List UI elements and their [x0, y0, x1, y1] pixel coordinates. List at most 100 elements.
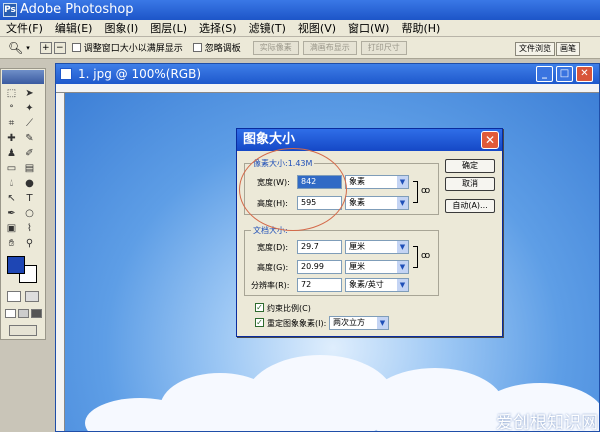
doc-width-input[interactable]: 29.7 — [297, 240, 342, 254]
menu-help[interactable]: 帮助(H) — [395, 20, 446, 37]
move-tool-icon[interactable]: ➤ — [23, 87, 36, 100]
dodge-tool-icon[interactable]: ● — [23, 177, 36, 190]
menu-select[interactable]: 选择(S) — [193, 20, 243, 37]
pixel-height-unit: 象素 — [349, 198, 365, 207]
watermark: 爱创根知识网 — [496, 413, 598, 432]
chain-link-icon: ꝏ — [421, 251, 431, 261]
tab-file-browser[interactable]: 文件浏览 — [515, 42, 555, 56]
zoom-out-icon[interactable]: − — [53, 41, 66, 54]
screen-mode-standard-icon[interactable] — [5, 309, 16, 318]
chevron-down-icon[interactable]: ▼ — [397, 197, 408, 209]
zoom-tool-icon[interactable]: 🔍︎ — [8, 41, 23, 55]
menu-file[interactable]: 文件(F) — [0, 20, 49, 37]
menu-layer[interactable]: 图层(L) — [144, 20, 193, 37]
menu-window[interactable]: 窗口(W) — [342, 20, 395, 37]
resolution-input[interactable]: 72 — [297, 278, 342, 292]
chevron-down-icon[interactable]: ▼ — [397, 241, 408, 253]
chevron-down-icon[interactable]: ▼ — [397, 261, 408, 273]
type-tool-icon[interactable]: T — [23, 192, 36, 205]
shape-tool-icon[interactable]: ○ — [23, 207, 36, 220]
notes-tool-icon[interactable]: ▣ — [5, 222, 18, 235]
chevron-down-icon[interactable]: ▾ — [26, 44, 30, 52]
resample-method: 两次立方 — [333, 318, 365, 327]
menu-filter[interactable]: 滤镜(T) — [243, 20, 292, 37]
resolution-label: 分辨率(R): — [251, 281, 290, 290]
quickmask-mode-icon[interactable] — [25, 291, 39, 302]
dialog-close-button[interactable]: ✕ — [481, 131, 499, 149]
constrain-proportions-checkbox[interactable]: ✓ — [255, 303, 264, 312]
actual-pixels-button[interactable]: 实际像素 — [252, 40, 299, 55]
chain-link-icon: ꝏ — [421, 186, 431, 196]
doc-width-unit: 厘米 — [349, 242, 365, 251]
auto-button[interactable]: 自动(A)... — [445, 199, 495, 213]
link-bracket — [413, 246, 418, 268]
doc-width-unit-select[interactable]: 厘米 ▼ — [345, 240, 409, 254]
app-title-bar: Adobe Photoshop — [0, 0, 600, 20]
menu-image[interactable]: 图象(I) — [98, 20, 144, 37]
document-title: 1. jpg @ 100%(RGB) — [78, 67, 201, 81]
document-title-bar: 1. jpg @ 100%(RGB) — [56, 64, 599, 84]
maximize-button[interactable]: □ — [556, 66, 573, 82]
lasso-tool-icon[interactable]: ᐤ — [5, 102, 18, 115]
standard-mode-icon[interactable] — [7, 291, 21, 302]
healing-brush-icon[interactable]: ✚ — [5, 132, 18, 145]
jump-to-imageready-icon[interactable] — [9, 325, 37, 336]
app-title: Adobe Photoshop — [20, 2, 134, 17]
doc-height-input[interactable]: 20.99 — [297, 260, 342, 274]
doc-width-label: 宽度(D): — [257, 243, 289, 252]
pixel-width-unit-select[interactable]: 象素 ▼ — [345, 175, 409, 189]
chevron-down-icon[interactable]: ▼ — [397, 176, 408, 188]
resolution-unit-select[interactable]: 象素/英寸 ▼ — [345, 278, 409, 292]
resolution-unit: 象素/英寸 — [349, 280, 384, 289]
eraser-tool-icon[interactable]: ▭ — [5, 162, 18, 175]
hand-tool-icon[interactable]: ✋︎ — [5, 237, 18, 250]
slice-tool-icon[interactable]: ⟋ — [23, 117, 36, 130]
blur-tool-icon[interactable]: 💧︎ — [5, 177, 18, 190]
toolbox-header[interactable] — [2, 70, 44, 84]
highlight-oval — [239, 148, 347, 231]
path-select-icon[interactable]: ↖ — [5, 192, 18, 205]
eyedropper-icon[interactable]: ⌇ — [23, 222, 36, 235]
photoshop-icon: Ps — [3, 3, 17, 17]
chevron-down-icon[interactable]: ▼ — [397, 279, 408, 291]
screen-mode-menu-icon[interactable] — [18, 309, 29, 318]
brush-tool-icon[interactable]: ✎ — [23, 132, 36, 145]
cancel-button[interactable]: 取消 — [445, 177, 495, 191]
stamp-tool-icon[interactable]: ♟ — [5, 147, 18, 160]
minimize-button[interactable]: _ — [536, 66, 553, 82]
magic-wand-icon[interactable]: ✦ — [23, 102, 36, 115]
history-brush-icon[interactable]: ✐ — [23, 147, 36, 160]
zoom-icon[interactable]: ⚲ — [23, 237, 36, 250]
fit-screen-button[interactable]: 满画布显示 — [302, 40, 357, 55]
horizontal-ruler — [56, 84, 599, 93]
resample-method-select[interactable]: 两次立方 ▼ — [329, 316, 389, 330]
marquee-tool-icon[interactable]: ⬚ — [5, 87, 18, 100]
crop-tool-icon[interactable]: ⌗ — [5, 117, 18, 130]
foreground-color-swatch[interactable] — [7, 256, 25, 274]
options-bar: 🔍︎ ▾ + − 调整窗口大小以满屏显示 忽略调板 实际像素 满画布显示 打印尺… — [0, 37, 600, 59]
resample-image-checkbox[interactable]: ✓ — [255, 318, 264, 327]
zoom-in-icon[interactable]: + — [39, 41, 52, 54]
close-button[interactable]: ✕ — [576, 66, 593, 82]
resize-window-label: 调整窗口大小以满屏显示 — [83, 44, 183, 54]
menu-bar: 文件(F) 编辑(E) 图象(I) 图层(L) 选择(S) 滤镜(T) 视图(V… — [0, 20, 600, 37]
gradient-tool-icon[interactable]: ▤ — [23, 162, 36, 175]
print-size-button[interactable]: 打印尺寸 — [360, 40, 407, 55]
chevron-down-icon[interactable]: ▼ — [377, 317, 388, 329]
doc-height-unit-select[interactable]: 厘米 ▼ — [345, 260, 409, 274]
screen-mode-full-icon[interactable] — [31, 309, 42, 318]
ignore-palettes-checkbox[interactable] — [192, 43, 202, 52]
ignore-palettes-label: 忽略调板 — [204, 44, 241, 54]
ok-button[interactable]: 确定 — [445, 159, 495, 173]
constrain-proportions-label: 约束比例(C) — [267, 304, 311, 313]
pen-tool-icon[interactable]: ✒ — [5, 207, 18, 220]
resample-image-label: 重定图象象素(I): — [267, 319, 327, 328]
menu-edit[interactable]: 编辑(E) — [49, 20, 99, 37]
menu-view[interactable]: 视图(V) — [292, 20, 342, 37]
dialog-title: 图象大小 — [237, 129, 502, 151]
resize-window-checkbox[interactable] — [71, 43, 81, 52]
pixel-height-unit-select[interactable]: 象素 ▼ — [345, 196, 409, 210]
doc-height-unit: 厘米 — [349, 262, 365, 271]
link-bracket — [413, 181, 418, 203]
tab-brushes[interactable]: 画笔 — [556, 42, 580, 56]
